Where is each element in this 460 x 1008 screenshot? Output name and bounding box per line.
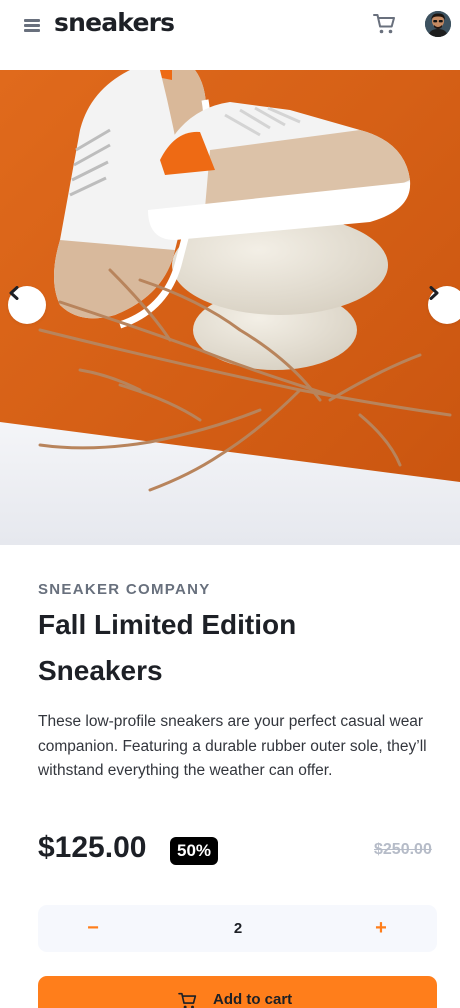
product-description: These low-profile sneakers are your perf…: [38, 713, 427, 779]
chevron-left-icon: [9, 286, 19, 300]
increase-quantity-button[interactable]: +: [356, 905, 406, 952]
company-name: SNEAKER COMPANY: [38, 581, 211, 598]
add-to-cart-button[interactable]: Add to cart: [38, 976, 437, 1008]
product-image: [0, 70, 460, 545]
add-to-cart-label: Add to cart: [213, 991, 293, 1008]
sneakers-photo: [0, 70, 460, 545]
original-price: $250.00: [374, 841, 432, 858]
current-price: $125.00: [38, 831, 147, 864]
decrease-quantity-button[interactable]: −: [68, 905, 118, 952]
user-avatar[interactable]: [425, 11, 451, 37]
logo[interactable]: sneakers: [54, 8, 175, 37]
discount-badge: 50%: [170, 837, 218, 865]
header: sneakers: [0, 0, 460, 70]
cart-icon[interactable]: [373, 13, 397, 35]
next-image-button[interactable]: [428, 286, 460, 324]
product-title: Fall Limited Edition Sneakers: [38, 609, 297, 686]
hamburger-menu-icon[interactable]: [24, 19, 40, 33]
previous-image-button[interactable]: [8, 286, 46, 324]
quantity-value: 2: [233, 920, 243, 937]
chevron-right-icon: [429, 286, 439, 300]
cart-icon: [178, 992, 197, 1008]
quantity-stepper: − 2 +: [38, 905, 437, 952]
